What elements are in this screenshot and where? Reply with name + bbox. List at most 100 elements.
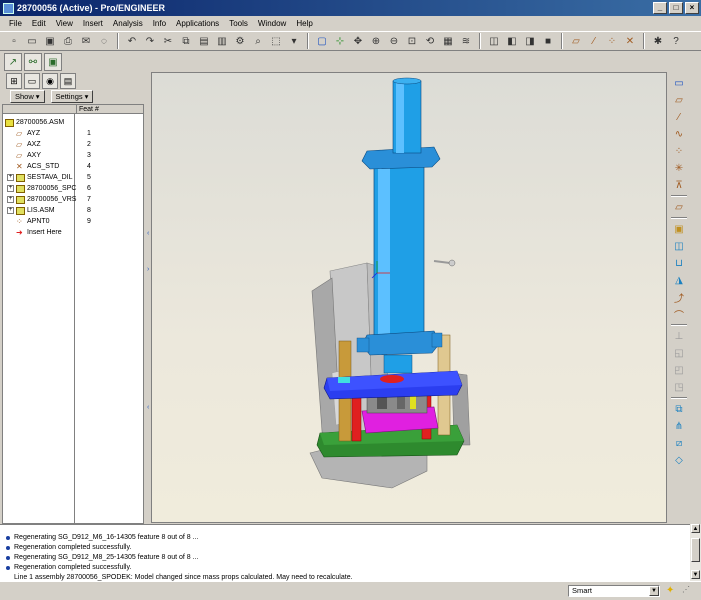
- datum-points-icon[interactable]: ⁘: [604, 33, 620, 49]
- show-button[interactable]: Show ▾: [10, 90, 45, 103]
- dropdown-arrow-icon[interactable]: ▾: [286, 33, 302, 49]
- datum-plane-icon[interactable]: ▭: [671, 76, 687, 90]
- revolve-icon[interactable]: ◮: [671, 273, 687, 287]
- regenerate-icon[interactable]: ⚙: [232, 33, 248, 49]
- datum-axes-icon[interactable]: ⁄: [586, 33, 602, 49]
- email-icon[interactable]: ✉: [78, 33, 94, 49]
- orient-icon[interactable]: ✥: [350, 33, 366, 49]
- menu-insert[interactable]: Insert: [78, 19, 108, 28]
- menu-info[interactable]: Info: [148, 19, 171, 28]
- settings-button[interactable]: Settings ▾: [50, 90, 94, 103]
- annotations-icon[interactable]: ✱: [650, 33, 666, 49]
- link-icon[interactable]: ⚯: [24, 53, 42, 71]
- cut-icon[interactable]: ✂: [160, 33, 176, 49]
- paste-icon[interactable]: ▤: [196, 33, 212, 49]
- sketch-icon[interactable]: ↗: [4, 53, 22, 71]
- maximize-button[interactable]: □: [669, 2, 683, 14]
- menu-window[interactable]: Window: [253, 19, 291, 28]
- merge-icon[interactable]: ⧄: [671, 436, 687, 450]
- blend-icon[interactable]: ⌒: [671, 307, 687, 322]
- extrude-icon[interactable]: ⊔: [671, 256, 687, 270]
- saved-views-icon[interactable]: ▦: [440, 33, 456, 49]
- analysis-icon[interactable]: ⊼: [671, 178, 687, 192]
- plane-icon[interactable]: ▱: [671, 93, 687, 107]
- csys-icon[interactable]: ✕: [622, 33, 638, 49]
- lightbulb-icon[interactable]: ✦: [666, 585, 676, 597]
- shell-icon[interactable]: ◱: [671, 346, 687, 360]
- undo-icon[interactable]: ↶: [124, 33, 140, 49]
- selection-box-icon[interactable]: ⬚: [268, 33, 284, 49]
- erase-icon[interactable]: ◌: [96, 33, 112, 49]
- shading-icon[interactable]: ■: [540, 33, 556, 49]
- message-scrollbar[interactable]: ▲ ▼: [690, 524, 701, 581]
- menu-analysis[interactable]: Analysis: [108, 19, 148, 28]
- search-icon[interactable]: ⌕: [250, 33, 266, 49]
- curve-icon[interactable]: ∿: [671, 127, 687, 141]
- scroll-thumb[interactable]: [691, 538, 700, 562]
- close-button[interactable]: ×: [685, 2, 699, 14]
- hidden-line-icon[interactable]: ◧: [504, 33, 520, 49]
- tree-item[interactable]: ▱ AXY 3: [3, 150, 143, 161]
- paste-special-icon[interactable]: ▥: [214, 33, 230, 49]
- point-icon[interactable]: ⁘: [671, 144, 687, 158]
- create-component-icon[interactable]: ◫: [671, 239, 687, 253]
- spin-center-icon[interactable]: ⊹: [332, 33, 348, 49]
- scroll-down-icon[interactable]: ▼: [691, 570, 700, 579]
- sweep-icon[interactable]: ⤴: [671, 290, 687, 305]
- tree-item[interactable]: ▱ AYZ 1: [3, 128, 143, 139]
- reorient-icon[interactable]: ⟲: [422, 33, 438, 49]
- menu-applications[interactable]: Applications: [171, 19, 224, 28]
- no-hidden-icon[interactable]: ◨: [522, 33, 538, 49]
- tree-item[interactable]: ✕ ACS_STD 4: [3, 161, 143, 172]
- expand-icon[interactable]: +: [7, 207, 14, 214]
- tab-favorites[interactable]: ◉: [42, 73, 58, 89]
- note-icon[interactable]: ▱: [671, 200, 687, 214]
- chevron-down-icon[interactable]: ▼: [649, 586, 659, 596]
- graphics-window[interactable]: [151, 72, 667, 523]
- view-icon[interactable]: ▣: [44, 53, 62, 71]
- tree-item[interactable]: +28700056_SPC 6: [3, 183, 143, 194]
- menu-tools[interactable]: Tools: [224, 19, 253, 28]
- tree-item[interactable]: ▱ AXZ 2: [3, 139, 143, 150]
- wireframe-icon[interactable]: ◫: [486, 33, 502, 49]
- menu-help[interactable]: Help: [291, 19, 317, 28]
- help-icon[interactable]: ?: [668, 33, 684, 49]
- tab-model-tree[interactable]: ⊞: [6, 73, 22, 89]
- tree-item[interactable]: +28700056_VRS 7: [3, 194, 143, 205]
- tab-connections[interactable]: ▤: [60, 73, 76, 89]
- pattern-icon[interactable]: ⧉: [671, 402, 687, 416]
- rib-icon[interactable]: ◰: [671, 363, 687, 377]
- app-icon[interactable]: [3, 2, 14, 14]
- axis-icon[interactable]: ⁄: [671, 110, 687, 124]
- expand-icon[interactable]: +: [7, 174, 14, 181]
- tree-item[interactable]: 28700056.ASM: [3, 117, 143, 128]
- resize-grip-icon[interactable]: ⋰: [682, 585, 696, 597]
- feat-number-header[interactable]: Feat #: [76, 105, 99, 114]
- tree-item[interactable]: + SESTAVA_DIL 5: [3, 172, 143, 183]
- selection-filter[interactable]: Smart ▼: [568, 585, 660, 597]
- zoom-in-icon[interactable]: ⊕: [368, 33, 384, 49]
- component-icon[interactable]: ▣: [671, 222, 687, 236]
- refit-icon[interactable]: ⊡: [404, 33, 420, 49]
- csys-icon[interactable]: ✳: [671, 161, 687, 175]
- print-icon[interactable]: ⎙: [60, 33, 76, 49]
- menu-file[interactable]: File: [4, 19, 27, 28]
- save-icon[interactable]: ▣: [42, 33, 58, 49]
- menu-edit[interactable]: Edit: [27, 19, 51, 28]
- expand-icon[interactable]: +: [7, 185, 14, 192]
- layers-icon[interactable]: ≋: [458, 33, 474, 49]
- zoom-out-icon[interactable]: ⊖: [386, 33, 402, 49]
- tree-item[interactable]: + LIS.ASM 8: [3, 205, 143, 216]
- copy-icon[interactable]: ⧉: [178, 33, 194, 49]
- scroll-up-icon[interactable]: ▲: [691, 524, 700, 533]
- tree-item[interactable]: ➜ Insert Here: [3, 227, 143, 238]
- menu-view[interactable]: View: [51, 19, 78, 28]
- minimize-button[interactable]: _: [653, 2, 667, 14]
- trim-icon[interactable]: ◇: [671, 453, 687, 467]
- open-icon[interactable]: ▭: [24, 33, 40, 49]
- mirror-icon[interactable]: ⋔: [671, 419, 687, 433]
- datum-planes-icon[interactable]: ▱: [568, 33, 584, 49]
- expand-icon[interactable]: +: [7, 196, 14, 203]
- repaint-icon[interactable]: ▢: [314, 33, 330, 49]
- draft-icon[interactable]: ◳: [671, 380, 687, 394]
